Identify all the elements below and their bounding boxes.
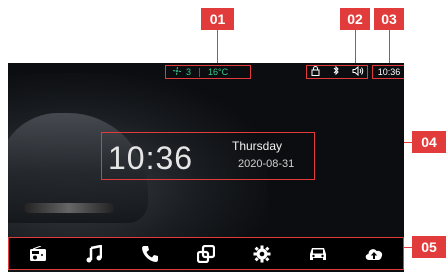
temperature: 16°C (208, 67, 229, 77)
leader-line-01 (217, 30, 218, 63)
climate-status[interactable]: 3 16°C (165, 65, 251, 79)
fan-icon (172, 66, 182, 78)
clock-date: 2020-08-31 (238, 158, 295, 170)
lock-icon (311, 66, 320, 78)
annotation-badge-03: 03 (374, 8, 404, 30)
divider (199, 67, 201, 77)
annotation-badge-05: 05 (412, 236, 446, 258)
phone-icon[interactable] (139, 243, 161, 265)
car-grille (24, 203, 114, 213)
car-icon[interactable] (307, 243, 329, 265)
status-clock: 10:36 (372, 65, 404, 79)
settings-icon[interactable] (251, 243, 273, 265)
clock-widget[interactable]: 10:36 Thursday 2020-08-31 (101, 132, 315, 180)
apps-icon[interactable] (195, 243, 217, 265)
annotation-badge-02: 02 (340, 8, 370, 30)
bluetooth-icon (331, 65, 341, 78)
radio-icon[interactable] (27, 243, 49, 265)
fan-level: 3 (186, 67, 192, 77)
leader-line-02 (355, 30, 356, 63)
volume-icon (352, 65, 364, 78)
system-status[interactable] (306, 65, 368, 79)
leader-line-05 (404, 247, 412, 248)
annotation-badge-01: 01 (201, 8, 234, 30)
leader-line-03 (389, 30, 390, 63)
clock-time: 10:36 (108, 140, 194, 176)
annotation-badge-04: 04 (412, 131, 446, 153)
status-time: 10:36 (377, 67, 401, 77)
music-icon[interactable] (83, 243, 105, 265)
app-dock (8, 237, 404, 270)
clock-weekday: Thursday (232, 139, 283, 153)
cloud-upload-icon[interactable] (363, 243, 385, 265)
